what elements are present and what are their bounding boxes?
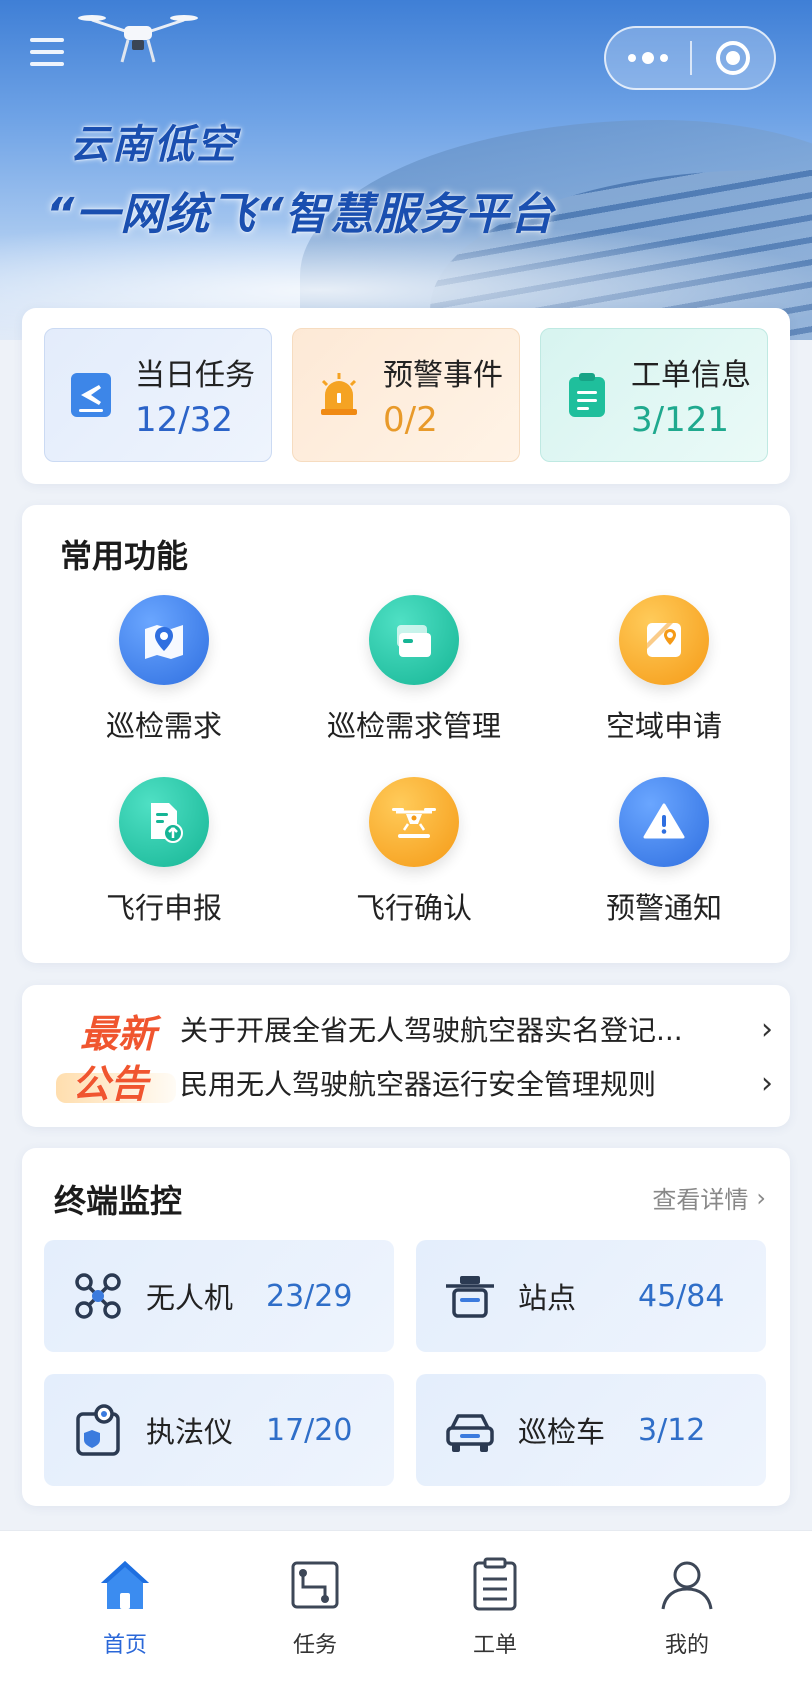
stat-label: 工单信息 xyxy=(631,358,751,393)
section-title: 终端监控 xyxy=(45,1176,257,1228)
stat-label: 预警事件 xyxy=(383,358,503,393)
stat-daily-tasks[interactable]: 当日任务 12/32 xyxy=(44,328,272,462)
station-icon xyxy=(446,1276,494,1318)
func-flight-declaration[interactable]: 飞行申报 xyxy=(39,777,289,927)
func-alert-notification[interactable]: 预警通知 xyxy=(539,777,789,927)
func-flight-confirmation[interactable]: 飞行确认 xyxy=(289,777,539,927)
common-functions-card: 常用功能 巡检需求 巡检需求管理 空域申请 飞行申报 飞行确认 预警通知 xyxy=(22,505,790,963)
drone-icon xyxy=(75,1273,121,1319)
view-details-link[interactable]: 查看详情 › xyxy=(652,1180,766,1215)
stat-value: 3/121 xyxy=(631,400,729,440)
map-location-icon xyxy=(647,623,681,657)
tab-work-orders[interactable]: 工单 xyxy=(430,1557,560,1659)
work-order-icon xyxy=(473,1557,517,1611)
chevron-right-icon: › xyxy=(756,1183,766,1212)
monitor-label: 执法仪 xyxy=(146,1415,234,1449)
stat-alert-events[interactable]: 预警事件 0/2 xyxy=(292,328,520,462)
monitor-station[interactable]: 站点 45/84 xyxy=(416,1240,766,1352)
tab-mine[interactable]: 我的 xyxy=(622,1557,752,1659)
notice-item[interactable]: 民用无人驾驶航空器运行安全管理规则 › xyxy=(180,1059,780,1107)
page-subtitle: “一网统飞“智慧服务平台 xyxy=(46,189,555,240)
func-inspection-management[interactable]: 巡检需求管理 xyxy=(289,595,539,745)
func-label: 巡检需求管理 xyxy=(326,709,501,743)
notice-badge: 最新 公告 xyxy=(56,1003,176,1113)
monitor-value: 45/84 xyxy=(638,1278,725,1314)
warning-icon xyxy=(643,803,685,839)
clipboard-icon xyxy=(569,373,605,417)
stat-work-orders[interactable]: 工单信息 3/121 xyxy=(540,328,768,462)
drone-icon xyxy=(78,15,198,63)
tab-tasks[interactable]: 任务 xyxy=(250,1557,380,1659)
tab-home[interactable]: 首页 xyxy=(60,1557,190,1659)
notice-item[interactable]: 关于开展全省无人驾驶航空器实名登记... › xyxy=(180,1005,780,1053)
mini-program-capsule xyxy=(604,26,776,90)
func-inspection-demand[interactable]: 巡检需求 xyxy=(39,595,289,745)
header-banner: 云南低空 “一网统飞“智慧服务平台 xyxy=(0,0,812,340)
notice-text: 关于开展全省无人驾驶航空器实名登记... xyxy=(180,1014,683,1047)
home-icon xyxy=(101,1561,149,1609)
func-label: 巡检需求 xyxy=(105,709,222,743)
more-icon[interactable] xyxy=(606,28,690,88)
user-icon xyxy=(661,1561,713,1610)
tab-label: 我的 xyxy=(664,1633,709,1658)
monitor-drone[interactable]: 无人机 23/29 xyxy=(44,1240,394,1352)
notice-text: 民用无人驾驶航空器运行安全管理规则 xyxy=(180,1068,657,1101)
stat-value: 12/32 xyxy=(135,400,233,440)
task-icon xyxy=(291,1561,339,1609)
monitor-value: 23/29 xyxy=(266,1278,353,1314)
menu-icon[interactable] xyxy=(30,38,64,70)
monitor-value: 3/12 xyxy=(638,1412,706,1448)
camera-icon xyxy=(76,1404,120,1456)
func-label: 空域申请 xyxy=(605,709,722,743)
chevron-right-icon: › xyxy=(761,1065,773,1101)
map-pin-icon xyxy=(145,625,183,659)
close-miniprogram-icon[interactable] xyxy=(692,28,774,88)
chevron-right-icon: › xyxy=(761,1011,773,1047)
tab-label: 任务 xyxy=(292,1633,337,1658)
notice-card: 最新 公告 关于开展全省无人驾驶航空器实名登记... › 民用无人驾驶航空器运行… xyxy=(22,985,790,1127)
monitor-value: 17/20 xyxy=(266,1412,353,1448)
func-label: 预警通知 xyxy=(605,891,722,925)
monitor-patrol-car[interactable]: 巡检车 3/12 xyxy=(416,1374,766,1486)
func-label: 飞行申报 xyxy=(105,891,222,925)
page-title: 云南低空 xyxy=(70,122,238,168)
drone-icon xyxy=(392,808,436,838)
view-details-label: 查看详情 xyxy=(652,1186,749,1214)
monitor-label: 站点 xyxy=(518,1281,577,1315)
bottom-tab-bar: 首页 任务 工单 我的 xyxy=(0,1530,812,1682)
tab-label: 工单 xyxy=(472,1633,517,1658)
stats-card: 当日任务 12/32 预警事件 0/2 工单信息 3/121 xyxy=(22,308,790,484)
section-title: 常用功能 xyxy=(51,531,263,583)
notice-badge-line2: 公告 xyxy=(72,1062,149,1106)
monitor-law-recorder[interactable]: 执法仪 17/20 xyxy=(44,1374,394,1486)
folder-icon xyxy=(397,625,431,657)
terminal-monitor-card: 终端监控 查看详情 › 无人机 23/29 站点 45/84 执法仪 17/20… xyxy=(22,1148,790,1506)
stat-value: 0/2 xyxy=(383,400,438,440)
notice-badge-line1: 最新 xyxy=(80,1012,157,1056)
flight-doc-icon xyxy=(71,373,111,417)
monitor-label: 无人机 xyxy=(146,1281,234,1315)
monitor-label: 巡检车 xyxy=(518,1415,606,1449)
stat-label: 当日任务 xyxy=(135,358,255,393)
func-label: 飞行确认 xyxy=(355,891,472,925)
siren-icon xyxy=(321,373,357,415)
func-airspace-application[interactable]: 空域申请 xyxy=(539,595,789,745)
tab-label: 首页 xyxy=(102,1633,147,1658)
car-icon xyxy=(446,1414,494,1452)
file-upload-icon xyxy=(151,803,183,843)
